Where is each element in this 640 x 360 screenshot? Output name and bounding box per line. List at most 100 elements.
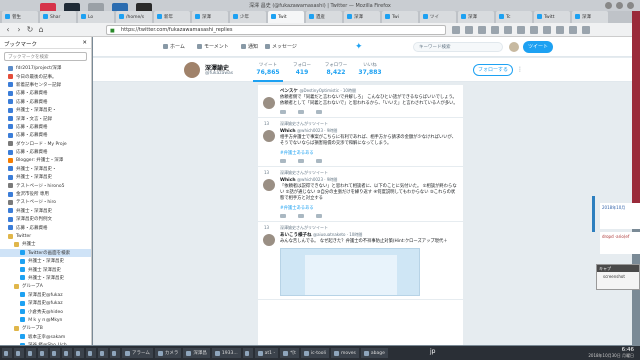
taskbar-item[interactable] xyxy=(110,348,120,358)
reply-icon[interactable] xyxy=(280,159,286,163)
extension-icon[interactable] xyxy=(504,26,512,34)
bookmark-item[interactable]: 応募・応募資格 xyxy=(0,131,91,139)
sidebar-icon[interactable] xyxy=(491,26,499,34)
browser-tab[interactable]: 新年 xyxy=(154,11,190,23)
forward-arrow-icon[interactable]: › xyxy=(14,25,24,35)
taskbar-item[interactable] xyxy=(62,348,72,358)
reply-icon[interactable] xyxy=(280,214,286,218)
taskbar-item[interactable]: abage xyxy=(360,348,388,358)
reload-icon[interactable]: ↻ xyxy=(25,25,35,35)
bookmark-item[interactable]: 深澤昌史@fukaz xyxy=(0,291,91,299)
browser-tab[interactable]: Twitt xyxy=(534,11,570,23)
bookmark-item[interactable]: ダウンロード - My Proje xyxy=(0,140,91,148)
tweet[interactable]: ベンスケ @DestinyOptimistic · 10時間 依頼者側で「同義だと… xyxy=(258,85,463,118)
minimize-button[interactable] xyxy=(605,2,612,9)
taskbar-item[interactable] xyxy=(74,348,84,358)
bookmark-folder[interactable]: Twitter xyxy=(0,232,91,240)
nav-notifications[interactable]: 通知 xyxy=(241,43,258,50)
tweet[interactable]: 13 深澤諭史さんがリツイート Which @which0023 · 9時間 「依頼者… xyxy=(258,167,463,222)
taskbar-item[interactable]: at1 - xyxy=(254,348,279,358)
extension-icon[interactable] xyxy=(517,26,525,34)
avatar[interactable] xyxy=(263,234,275,246)
bookmark-item[interactable]: 弁護士・深澤昌史 xyxy=(0,207,91,215)
bookmark-item[interactable]: 深澤昌史の判例文 xyxy=(0,215,91,223)
profile-stat[interactable]: フォロー 419 xyxy=(287,62,317,76)
browser-tab[interactable]: 深澤 xyxy=(192,11,228,23)
browser-tab[interactable]: Tc xyxy=(496,11,532,23)
taskbar-item[interactable] xyxy=(98,348,108,358)
bookmark-item[interactable]: 弁護士・深澤昌史・ xyxy=(0,106,91,114)
download-icon[interactable] xyxy=(465,26,473,34)
profile-stat[interactable]: いいね 37,883 xyxy=(355,62,385,76)
browser-tab[interactable]: Lo xyxy=(78,11,114,23)
taskbar-item[interactable] xyxy=(50,348,60,358)
bookmark-item[interactable]: 今日の最後の記事。 xyxy=(0,72,91,80)
nav-messages[interactable]: メッセージ xyxy=(265,43,297,50)
browser-tab[interactable]: /home/s xyxy=(116,11,152,23)
library-icon[interactable] xyxy=(478,26,486,34)
avatar[interactable] xyxy=(263,130,275,142)
extension-icon[interactable] xyxy=(543,26,551,34)
bookmark-item[interactable]: Blogger: 弁護士・深澤 xyxy=(0,156,91,164)
bookmark-item[interactable]: 深谷 修@Sho_Uch xyxy=(0,341,91,345)
taskbar-item[interactable]: アラーム xyxy=(122,348,153,358)
extension-icon[interactable] xyxy=(569,26,577,34)
browser-tab[interactable]: ツイ xyxy=(420,11,456,23)
bookmark-item[interactable]: テストページ・hirono5 xyxy=(0,181,91,189)
home-icon[interactable]: ⌂ xyxy=(36,25,46,35)
follow-button[interactable]: フォローする xyxy=(473,64,513,76)
sidebar-title[interactable]: ブックマーク xyxy=(4,40,37,48)
hashtag-link[interactable]: #弁護士あるある xyxy=(280,205,459,211)
clock[interactable]: 6:46 2018年10月30日 月曜日 xyxy=(588,347,634,359)
taskbar-item[interactable]: *[t xyxy=(280,348,299,358)
taskbar-item[interactable] xyxy=(86,348,96,358)
reply-icon[interactable] xyxy=(280,110,286,114)
more-options-icon[interactable]: ⋮ xyxy=(517,66,523,73)
bookmark-item[interactable]: 弁護士・深澤昌史 xyxy=(0,274,91,282)
close-icon[interactable]: ✕ xyxy=(82,40,87,46)
bookmark-item[interactable]: 応募・応募資格 xyxy=(0,123,91,131)
bookmark-item[interactable]: 弁護士・深澤昌史・ xyxy=(0,165,91,173)
tweet-media-card[interactable] xyxy=(280,248,420,296)
hashtag-link[interactable]: #弁護士あるある xyxy=(280,150,459,156)
bookmark-item[interactable]: 弁護士・深澤昌史 xyxy=(0,173,91,181)
ime-indicator[interactable]: jp xyxy=(430,348,435,355)
bookmark-item[interactable]: 応募・応募資格 xyxy=(0,223,91,231)
browser-tab[interactable]: 深澤 xyxy=(458,11,494,23)
twitter-bird-icon[interactable]: ✦ xyxy=(355,42,365,52)
scrollbar[interactable] xyxy=(592,196,595,232)
bookmark-item[interactable]: テストページ・hiro xyxy=(0,198,91,206)
mini-window[interactable]: キャプ screenshot xyxy=(596,264,640,290)
taskbar-item[interactable]: カメラ xyxy=(154,348,182,358)
taskbar-item[interactable] xyxy=(242,348,253,358)
browser-tab[interactable]: 遺産 xyxy=(306,11,342,23)
bookmark-item[interactable]: 応募・応募資格 xyxy=(0,98,91,106)
tweet-author[interactable]: ベンスケ @DestinyOptimistic · 10時間 xyxy=(280,88,459,94)
bookmark-folder[interactable]: グループB xyxy=(0,324,91,332)
bookmark-item[interactable]: 応募・応募資格 xyxy=(0,148,91,156)
url-bar[interactable]: ■ https://twitter.com/fukazawamasashi_re… xyxy=(106,25,446,35)
taskbar-item[interactable] xyxy=(14,348,24,358)
like-icon[interactable] xyxy=(316,110,322,114)
nav-home[interactable]: ホーム xyxy=(163,43,185,50)
avatar[interactable] xyxy=(263,179,275,191)
twitter-search-input[interactable]: キーワード検索 xyxy=(413,42,503,52)
bookmark-star-icon[interactable] xyxy=(452,26,460,34)
taskbar-item[interactable] xyxy=(38,348,48,358)
maximize-button[interactable] xyxy=(616,2,623,9)
taskbar-item[interactable] xyxy=(26,348,36,358)
back-arrow-icon[interactable]: ‹ xyxy=(3,25,13,35)
tweet-author[interactable]: Which @which0023 · 9時間 xyxy=(280,177,459,183)
bookmark-item[interactable]: 金沢市役所 専用 xyxy=(0,190,91,198)
bookmark-item[interactable]: Twitterの画面を検索 xyxy=(0,248,91,257)
bookmark-folder[interactable]: 弁護士 xyxy=(0,240,91,248)
taskbar-item[interactable]: 深澤昌 xyxy=(183,348,210,358)
like-icon[interactable] xyxy=(316,214,322,218)
taskbar-item[interactable]: moves xyxy=(330,348,359,358)
bookmark-item[interactable]: 弁護士・深澤昌史 xyxy=(0,257,91,265)
profile-stat[interactable]: フォロワー 8,422 xyxy=(321,62,351,76)
bookmark-item[interactable]: Ｍｋｙｎ@Mkyn xyxy=(0,316,91,324)
bookmark-item[interactable]: 新着記事センター記録 xyxy=(0,81,91,89)
bookmark-item[interactable]: 坂本正幸@sakam xyxy=(0,333,91,341)
like-icon[interactable] xyxy=(316,159,322,163)
